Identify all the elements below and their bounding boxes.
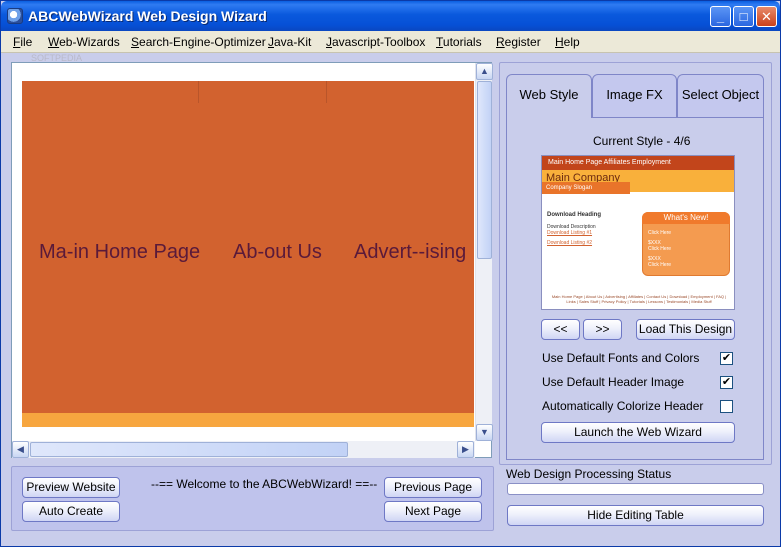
menu-search-engine-optimizer[interactable]: Search-Engine-Optimizer bbox=[131, 35, 266, 49]
horizontal-scroll-thumb[interactable] bbox=[30, 442, 348, 457]
auto-create-button[interactable]: Auto Create bbox=[22, 501, 120, 522]
thumb-whats-new-title: What's New! bbox=[642, 212, 730, 224]
menu-javascript-toolbox[interactable]: Javascript-Toolbox bbox=[326, 35, 425, 49]
launch-web-wizard-button[interactable]: Launch the Web Wizard bbox=[541, 422, 735, 443]
next-page-button[interactable]: Next Page bbox=[384, 501, 482, 522]
load-design-button[interactable]: Load This Design bbox=[636, 319, 735, 340]
default-fonts-checkbox[interactable]: ✔ bbox=[720, 352, 733, 365]
thumb-download-link: Download Listing #1 bbox=[547, 230, 593, 236]
style-thumbnail: Main Home Page Affiliates Employment Mai… bbox=[541, 155, 735, 310]
tab-web-style[interactable]: Web Style bbox=[506, 74, 592, 120]
tab-image-fx[interactable]: Image FX bbox=[592, 74, 677, 118]
thumb-slogan: Company Slogan bbox=[542, 182, 630, 194]
maximize-button[interactable]: □ bbox=[733, 6, 754, 27]
menu-file[interactable]: File bbox=[13, 35, 32, 49]
nav-divider bbox=[198, 81, 199, 103]
app-icon bbox=[7, 8, 23, 24]
preview-nav-about[interactable]: Ab-out Us bbox=[233, 241, 322, 264]
scroll-down-button[interactable]: ▼ bbox=[476, 424, 493, 441]
softpedia-watermark: SOFTPEDIA bbox=[31, 53, 83, 63]
current-style-label: Current Style - 4/6 bbox=[593, 134, 691, 148]
window-title: ABCWebWizard Web Design Wizard bbox=[28, 8, 267, 24]
menu-register[interactable]: Register bbox=[496, 35, 541, 49]
default-header-label: Use Default Header Image bbox=[542, 375, 685, 389]
preview-nav-advertising[interactable]: Advert--ising bbox=[354, 241, 466, 264]
thumb-box-line: Click Here bbox=[648, 246, 672, 252]
vertical-scrollbar[interactable]: ▲ ▼ bbox=[475, 63, 493, 441]
tab-select-object[interactable]: Select Object bbox=[677, 74, 764, 118]
preview-canvas[interactable]: Ma-in Home Page Ab-out Us Advert--ising bbox=[22, 81, 474, 427]
colorize-header-checkbox[interactable] bbox=[720, 400, 733, 413]
horizontal-scrollbar[interactable]: ◀ ▶ bbox=[12, 441, 475, 458]
menu-web-wizards[interactable]: Web-Wizards bbox=[48, 35, 120, 49]
minimize-button[interactable]: _ bbox=[710, 6, 731, 27]
app-window: ABCWebWizard Web Design Wizard _ □ ✕ Fil… bbox=[0, 0, 781, 547]
default-fonts-label: Use Default Fonts and Colors bbox=[542, 351, 700, 365]
previous-style-button[interactable]: << bbox=[541, 319, 580, 340]
thumb-box-line: Click Here bbox=[648, 230, 672, 236]
default-header-checkbox[interactable]: ✔ bbox=[720, 376, 733, 389]
preview-footer-strip bbox=[22, 413, 474, 427]
thumb-nav-bar: Main Home Page Affiliates Employment bbox=[542, 156, 734, 170]
thumb-box-line: Click Here bbox=[648, 262, 672, 268]
preview-frame[interactable]: Ma-in Home Page Ab-out Us Advert--ising … bbox=[11, 62, 493, 458]
menu-bar: File Web-Wizards Search-Engine-Optimizer… bbox=[1, 31, 780, 53]
welcome-message: --== Welcome to the ABCWebWizard! ==-- bbox=[151, 477, 378, 491]
colorize-header-label: Automatically Colorize Header bbox=[542, 399, 704, 413]
scroll-up-button[interactable]: ▲ bbox=[476, 63, 493, 80]
menu-java-kit[interactable]: Java-Kit bbox=[268, 35, 311, 49]
menu-tutorials[interactable]: Tutorials bbox=[436, 35, 482, 49]
next-style-button[interactable]: >> bbox=[583, 319, 622, 340]
thumb-download-link: Download Listing #2 bbox=[547, 240, 593, 246]
processing-status-label: Web Design Processing Status bbox=[506, 467, 672, 481]
processing-progress-bar bbox=[507, 483, 764, 495]
nav-divider bbox=[326, 81, 327, 103]
scroll-right-button[interactable]: ▶ bbox=[457, 441, 474, 458]
preview-nav-home[interactable]: Ma-in Home Page bbox=[39, 241, 200, 264]
hide-editing-table-button[interactable]: Hide Editing Table bbox=[507, 505, 764, 526]
scroll-left-button[interactable]: ◀ bbox=[12, 441, 29, 458]
preview-website-button[interactable]: Preview Website bbox=[22, 477, 120, 498]
thumb-download-heading: Download Heading bbox=[547, 212, 601, 218]
menu-help[interactable]: Help bbox=[555, 35, 580, 49]
vertical-scroll-thumb[interactable] bbox=[477, 81, 492, 259]
previous-page-button[interactable]: Previous Page bbox=[384, 477, 482, 498]
title-bar[interactable]: ABCWebWizard Web Design Wizard _ □ ✕ bbox=[1, 1, 780, 31]
thumb-footer-links: Main Home Page | About Us | Advertising … bbox=[551, 294, 727, 304]
close-button[interactable]: ✕ bbox=[756, 6, 777, 27]
